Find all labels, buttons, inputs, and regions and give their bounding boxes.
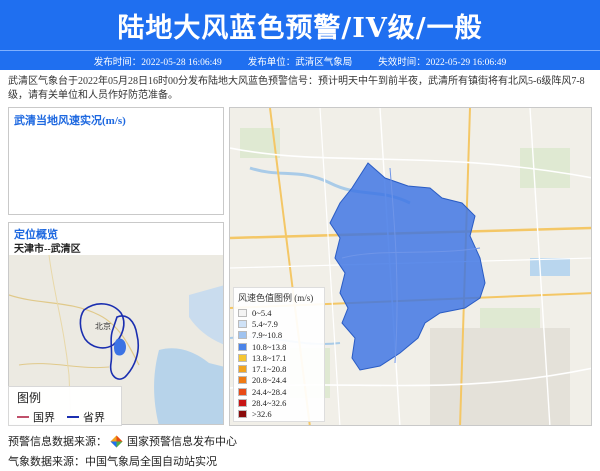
beijing-label: 北京: [95, 321, 111, 331]
expire-time: 失效时间：2022-05-29 16:06:49: [378, 57, 507, 68]
wind-legend-label: 5.4~7.9: [252, 318, 278, 329]
wind-legend-label: 0~5.4: [252, 307, 272, 318]
wind-legend-label: >32.6: [252, 409, 272, 420]
warning-source-label: 预警信息数据来源：: [8, 436, 107, 448]
wind-legend-label: 7.9~10.8: [252, 330, 283, 341]
boundary-legend-provincial: 省界: [67, 409, 105, 425]
warning-source-line: 预警信息数据来源： 国家预警信息发布中心: [8, 433, 237, 449]
wind-legend-swatch: [238, 365, 247, 374]
wind-legend-swatch: [238, 410, 247, 419]
wind-legend-swatch: [238, 342, 247, 351]
warning-banner: 陆地大风蓝色预警/IV级/一般: [0, 0, 600, 50]
location-subtitle: 天津市--武清区: [14, 244, 81, 255]
wind-speed-legend: 风速色值图例 (m/s) 0~5.4 5.4~7.9 7.9~10.8 10.8…: [233, 287, 325, 422]
wind-legend-row: 28.4~32.6: [238, 397, 320, 408]
wind-speed-legend-title: 风速色值图例 (m/s): [238, 293, 314, 303]
national-border-label: 国界: [33, 412, 55, 424]
wind-legend-swatch: [238, 319, 247, 328]
wind-legend-row: 20.8~24.4: [238, 375, 320, 386]
weather-source-label: 气象数据来源：: [8, 456, 85, 468]
wind-legend-swatch: [238, 308, 247, 317]
wind-speed-panel-title: 武清当地风速实况(m/s): [14, 115, 126, 127]
wind-legend-label: 17.1~20.8: [252, 364, 287, 375]
provincial-border-label: 省界: [83, 412, 105, 424]
wind-legend-swatch: [238, 331, 247, 340]
wind-legend-row: >32.6: [238, 409, 320, 420]
warning-meta-bar: 发布时间：2022-05-28 16:06:49 发布单位：武清区气象局 失效时…: [0, 50, 600, 70]
issue-time: 发布时间：2022-05-28 16:06:49: [93, 57, 222, 68]
wind-legend-swatch: [238, 376, 247, 385]
wind-legend-label: 28.4~32.6: [252, 398, 287, 409]
wind-legend-row: 13.8~17.1: [238, 352, 320, 363]
weather-source-name: 中国气象局全国自动站实况: [85, 456, 217, 468]
boundary-legend: 图例 国界 省界: [8, 386, 122, 426]
warning-title: 陆地大风蓝色预警/IV级/一般: [117, 12, 483, 44]
wind-legend-swatch: [238, 353, 247, 362]
national-border-swatch: [17, 416, 29, 418]
boundary-legend-national: 国界: [17, 409, 55, 425]
weather-source-line: 气象数据来源： 中国气象局全国自动站实况: [8, 453, 217, 469]
wind-legend-row: 0~5.4: [238, 307, 320, 318]
wind-speed-panel: 武清当地风速实况(m/s): [8, 107, 224, 215]
warning-description: 武清区气象台于2022年05月28日16时00分发布陆地大风蓝色预警信号：预计明…: [8, 76, 585, 101]
wind-legend-label: 13.8~17.1: [252, 352, 287, 363]
boundary-legend-title: 图例: [17, 391, 42, 405]
provincial-border-swatch: [67, 416, 79, 418]
issuer: 发布单位：武清区气象局: [247, 57, 353, 68]
wind-legend-row: 5.4~7.9: [238, 318, 320, 329]
wind-legend-row: 7.9~10.8: [238, 330, 320, 341]
wind-legend-swatch: [238, 387, 247, 396]
wind-legend-label: 10.8~13.8: [252, 341, 287, 352]
wind-legend-label: 24.4~28.4: [252, 386, 287, 397]
wind-legend-row: 17.1~20.8: [238, 363, 320, 374]
wind-legend-swatch: [238, 399, 247, 408]
wind-legend-label: 20.8~24.4: [252, 375, 287, 386]
wind-legend-row: 24.4~28.4: [238, 386, 320, 397]
warning-source-name: 国家预警信息发布中心: [127, 436, 237, 448]
wind-legend-row: 10.8~13.8: [238, 341, 320, 352]
warning-center-logo-icon: [110, 435, 123, 447]
